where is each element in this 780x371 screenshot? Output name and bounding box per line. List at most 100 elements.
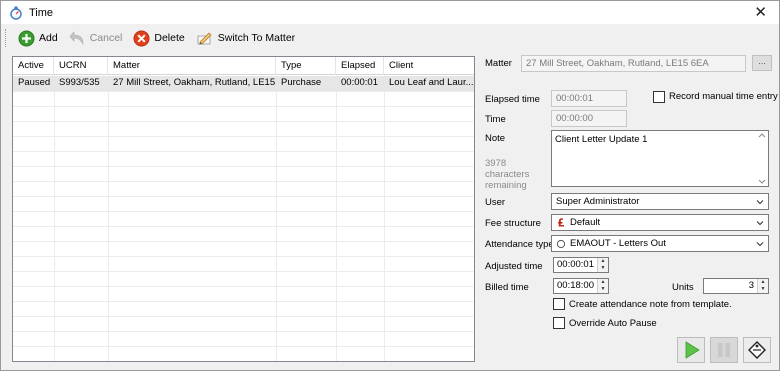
units-spinner[interactable]: 3 ▲ ▼: [703, 278, 769, 294]
adjusted-time-label: Adjusted time: [485, 261, 543, 272]
delete-label: Delete: [154, 32, 185, 44]
column-header-matter[interactable]: Matter: [108, 57, 276, 75]
undo-arrow-icon: [69, 30, 83, 45]
matter-label: Matter: [485, 58, 512, 69]
toolbar-grip[interactable]: [5, 29, 8, 47]
cancel-button[interactable]: Cancel: [65, 27, 127, 49]
billed-time-spin-buttons[interactable]: ▲ ▼: [597, 279, 608, 293]
fee-structure-value: Default: [570, 217, 601, 228]
grid-line: [108, 75, 109, 361]
cell-elapsed: 00:00:01: [341, 77, 378, 88]
time-window: Time ✕ Add Cancel Delete Switch To Matte…: [0, 0, 780, 371]
add-button[interactable]: Add: [14, 27, 62, 49]
time-entries-grid: Active UCRN Matter Type Elapsed Client P…: [12, 56, 475, 362]
note-text: Client Letter Update 1: [555, 134, 648, 145]
chevron-down-icon: [756, 221, 764, 226]
table-row[interactable]: Paused S993/535 27 Mill Street, Oakham, …: [13, 76, 474, 91]
units-value: 3: [748, 280, 754, 291]
units-spin-buttons[interactable]: ▲ ▼: [757, 279, 768, 293]
add-label: Add: [39, 32, 58, 44]
grid-line: [54, 75, 55, 361]
pause-button[interactable]: [710, 337, 738, 363]
override-auto-pause-checkbox[interactable]: [553, 317, 565, 329]
characters-remaining: 3978 characters remaining: [485, 158, 529, 191]
chevron-down-icon: [756, 242, 764, 247]
grid-row-line: [13, 121, 474, 122]
units-label: Units: [672, 282, 694, 293]
grid-row-line: [13, 136, 474, 137]
grid-row-line: [13, 301, 474, 302]
pencil-icon: [197, 32, 212, 45]
title-bar: Time ✕: [1, 1, 779, 24]
grid-row-line: [13, 196, 474, 197]
grid-row-line: [13, 151, 474, 152]
adjusted-time-value: 00:00:01: [557, 259, 594, 270]
elapsed-time-field[interactable]: 00:00:01: [551, 90, 627, 107]
tag-icon: [748, 341, 766, 359]
delete-button[interactable]: Delete: [129, 27, 188, 49]
column-header-active[interactable]: Active: [13, 57, 54, 75]
grid-row-line: [13, 346, 474, 347]
time-field[interactable]: 00:00:00: [551, 110, 627, 127]
matter-field[interactable]: 27 Mill Street, Oakham, Rutland, LE15 6E…: [521, 55, 746, 72]
switch-to-matter-button[interactable]: Switch To Matter: [192, 27, 299, 49]
toolbar: Add Cancel Delete Switch To Matter: [1, 25, 779, 51]
grid-header: Active UCRN Matter Type Elapsed Client: [13, 57, 474, 75]
grid-row-line: [13, 91, 474, 92]
user-label: User: [485, 197, 506, 208]
billed-time-label: Billed time: [485, 282, 529, 293]
column-header-client[interactable]: Client: [384, 57, 474, 75]
play-icon: [685, 341, 700, 359]
fee-structure-select[interactable]: Default: [551, 214, 769, 231]
column-header-elapsed[interactable]: Elapsed: [336, 57, 384, 75]
cell-type: Purchase: [281, 77, 322, 88]
column-header-type[interactable]: Type: [276, 57, 336, 75]
grid-row-line: [13, 331, 474, 332]
adjusted-time-spin-buttons[interactable]: ▲ ▼: [597, 258, 608, 272]
fee-icon: [558, 218, 564, 227]
grid-line: [276, 75, 277, 361]
grid-row-line: [13, 316, 474, 317]
grid-row-line: [13, 256, 474, 257]
user-select[interactable]: Super Administrator: [551, 193, 769, 210]
billed-time-spinner[interactable]: 00:18:00 ▲ ▼: [553, 278, 609, 294]
attendance-type-value: EMAOUT - Letters Out: [570, 238, 666, 249]
override-auto-pause-label: Override Auto Pause: [569, 318, 657, 329]
adjusted-time-spinner[interactable]: 00:00:01 ▲ ▼: [553, 257, 609, 273]
circle-icon: [556, 239, 566, 248]
start-button[interactable]: [677, 337, 705, 363]
matter-browse-button[interactable]: ...: [752, 55, 772, 71]
cancel-label: Cancel: [89, 32, 123, 44]
x-circle-icon: [133, 30, 150, 46]
close-icon[interactable]: ✕: [754, 3, 767, 21]
grid-row-line: [13, 106, 474, 107]
create-attendance-note-checkbox[interactable]: [553, 298, 565, 310]
create-attendance-note-label: Create attendance note from template.: [569, 299, 732, 310]
stopwatch-icon: [10, 6, 22, 20]
grid-row-line: [13, 241, 474, 242]
cell-matter: 27 Mill Street, Oakham, Rutland, LE15 ..…: [113, 77, 276, 88]
grid-row-line: [13, 166, 474, 167]
window-title: Time: [29, 6, 54, 19]
column-header-ucrn[interactable]: UCRN: [54, 57, 108, 75]
plus-circle-icon: [18, 30, 35, 46]
tag-button[interactable]: [743, 337, 771, 363]
note-textarea[interactable]: Client Letter Update 1: [551, 130, 769, 187]
characters-remaining-word2: remaining: [485, 180, 527, 191]
user-value: Super Administrator: [556, 196, 640, 207]
grid-line: [384, 75, 385, 361]
switch-to-matter-label: Switch To Matter: [217, 32, 296, 44]
note-label: Note: [485, 133, 506, 144]
attendance-type-select[interactable]: EMAOUT - Letters Out: [551, 235, 769, 252]
record-manual-checkbox[interactable]: [653, 91, 665, 103]
time-label: Time: [485, 114, 506, 125]
grid-row-line: [13, 286, 474, 287]
note-scrollbar[interactable]: [756, 131, 768, 186]
grid-row-line: [13, 271, 474, 272]
chevron-down-icon: [756, 200, 764, 205]
grid-row-line: [13, 211, 474, 212]
attendance-type-label: Attendance type: [485, 239, 554, 250]
cell-ucrn: S993/535: [59, 77, 100, 88]
billed-time-value: 00:18:00: [557, 280, 594, 291]
cell-client: Lou Leaf and Laur...: [389, 77, 474, 88]
